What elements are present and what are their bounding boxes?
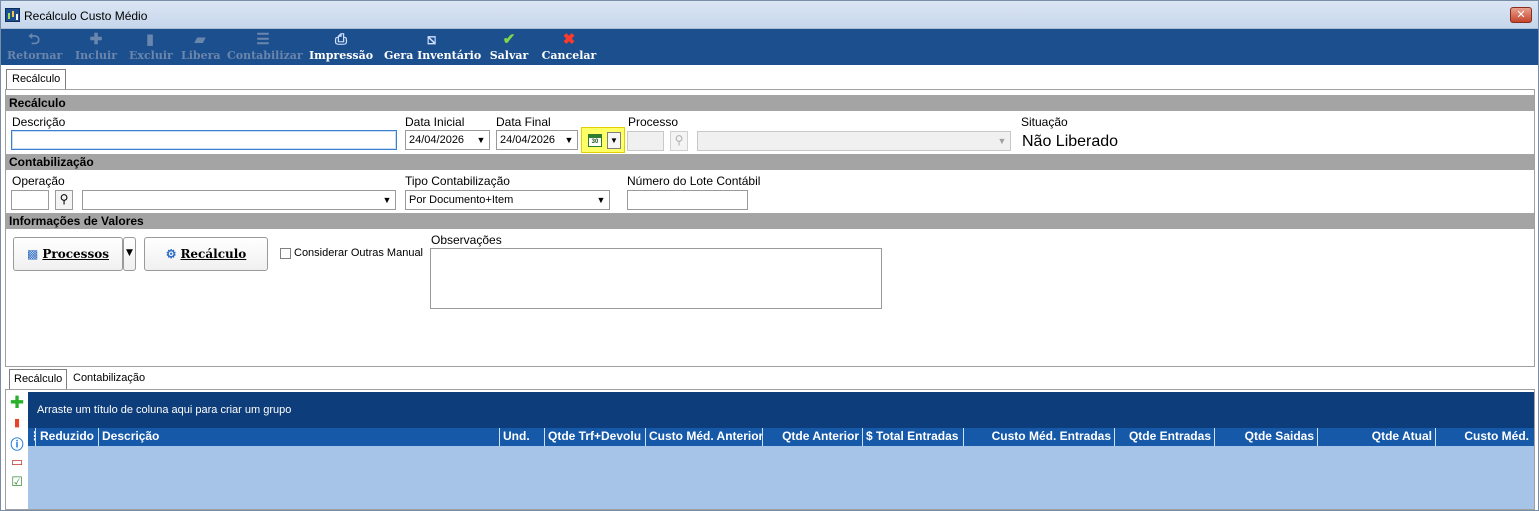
close-button[interactable]: ✕ [1510,7,1532,23]
situacao-value: Não Liberado [1022,133,1119,150]
considerar-outras-label: Considerar Outras Manual [294,247,424,259]
section-informacoes-valores: Informações de Valores [6,213,1534,229]
trash-icon: ▮ [145,30,155,48]
check-document-icon[interactable]: ☑ [9,474,25,490]
column-header[interactable]: Custo Méd. Anterior [646,428,763,446]
tab-recalculo-grid[interactable]: Recálculo [9,369,68,389]
column-header[interactable]: Descrição [99,428,500,446]
data-final-label: Data Final [496,115,551,129]
considerar-outras-checkbox[interactable] [280,248,291,259]
data-grid: ✚ ▮ ⓘ ▭ ☑ Arraste um título de coluna aq… [5,389,1535,510]
processos-dropdown-button[interactable]: ▼ [123,237,136,271]
operacao-code-input[interactable] [11,190,49,210]
window-title: Recálculo Custo Médio [24,9,148,23]
descricao-input[interactable] [11,130,397,150]
app-chart-icon [5,8,20,22]
data-inicial-value: 24/04/2026 [409,134,465,146]
tipo-contabilizacao-label: Tipo Contabilização [405,174,510,188]
undo-arrow-icon: ⮌ [27,30,40,48]
lote-contabil-label: Número do Lote Contábil [627,174,761,188]
chevron-down-icon[interactable]: ▼ [379,191,395,209]
grid-body[interactable] [28,446,1534,509]
incluir-button[interactable]: ✚ Incluir [75,29,117,65]
operacao-label: Operação [12,174,65,188]
data-final-value: 24/04/2026 [500,134,556,146]
column-header[interactable]: $ Total Entradas [863,428,964,446]
calendar-icon: 30 [588,134,602,147]
column-header[interactable]: Reduzido [37,428,99,446]
chevron-down-icon[interactable]: ▼ [473,131,489,149]
column-header[interactable]: Qtde Atual [1318,428,1436,446]
data-inicial-label: Data Inicial [405,115,465,129]
excluir-button[interactable]: ▮ Excluir [129,29,173,65]
libera-button[interactable]: ▰ Libera [181,29,221,65]
contabilizar-button[interactable]: ☰ Contabilizar [227,29,303,65]
grid-side-toolbar: ✚ ▮ ⓘ ▭ ☑ [6,390,28,509]
search-icon[interactable]: ⚲ [670,131,688,151]
process-icon: ▩ [27,247,39,261]
processo-select[interactable]: ▼ [697,131,1011,151]
column-header[interactable]: Custo Méd. [1436,428,1532,446]
delete-row-icon[interactable]: ▮ [9,416,25,429]
document-icon: ▰ [194,30,206,48]
edit-document-icon: ⧅ [426,30,437,48]
data-final-picker[interactable]: 24/04/2026 ▼ [496,130,578,150]
impressao-button[interactable]: ⎙ Impressão [308,29,374,65]
grid-header-row: ⋮ Reduzido Descrição Und. Qtde Trf+Devol… [28,428,1534,446]
check-icon: ✔ [502,30,516,48]
form-panel: Recálculo Descrição Data Inicial 24/04/2… [5,89,1535,367]
book-icon[interactable]: ▭ [9,454,25,470]
observacoes-textarea[interactable] [430,248,882,309]
column-selector-icon[interactable]: ⋮ [28,428,36,446]
cancelar-button[interactable]: ✖ Cancelar [541,29,597,65]
toolbar: ⮌ Retornar ✚ Incluir ▮ Excluir ▰ Libera … [1,29,1538,65]
window: Recálculo Custo Médio ✕ ⮌ Retornar ✚ Inc… [0,0,1539,511]
section-contabilizacao: Contabilização [6,154,1534,170]
section-recalculo: Recálculo [6,95,1534,111]
descricao-label: Descrição [12,115,66,129]
processos-button[interactable]: ▩ Processos [13,237,123,271]
column-header[interactable]: Und. [500,428,545,446]
chevron-down-icon[interactable]: ▼ [561,131,577,149]
chevron-down-icon[interactable]: ▼ [593,191,609,209]
gear-icon: ⚙ [165,247,177,261]
column-header[interactable]: Qtde Trf+Devolu [545,428,646,446]
printer-icon: ⎙ [334,30,347,48]
plus-icon: ✚ [89,30,103,48]
observacoes-label: Observações [431,233,502,247]
processo-label: Processo [628,115,679,129]
tipo-contabilizacao-select[interactable]: Por Documento+Item ▼ [405,190,610,210]
column-header[interactable]: Qtde Entradas [1115,428,1215,446]
title-bar: Recálculo Custo Médio ✕ [1,1,1538,29]
column-header[interactable]: Qtde Saidas [1215,428,1318,446]
lote-contabil-input[interactable] [627,190,748,210]
recalculo-button[interactable]: ⚙ Recálculo [144,237,268,271]
operacao-select[interactable]: ▼ [82,190,396,210]
column-header[interactable]: Custo Méd. Entradas [964,428,1115,446]
tab-recalculo[interactable]: Recálculo [6,69,67,89]
processo-code-input[interactable] [627,131,664,151]
x-icon: ✖ [562,30,576,48]
chevron-down-icon[interactable]: ▼ [607,132,621,149]
chevron-down-icon[interactable]: ▼ [994,132,1010,150]
salvar-button[interactable]: ✔ Salvar [488,29,530,65]
info-icon[interactable]: ⓘ [9,434,25,453]
group-by-panel[interactable]: Arraste um título de coluna aqui para cr… [28,392,1534,428]
data-inicial-picker[interactable]: 24/04/2026 ▼ [405,130,490,150]
chevron-down-icon: ▼ [126,248,133,258]
calendar-period-button[interactable]: 30 ▼ [581,127,625,153]
search-icon[interactable]: ⚲ [55,190,73,210]
situacao-label: Situação [1021,115,1068,129]
retornar-button[interactable]: ⮌ Retornar [7,29,62,65]
column-header[interactable]: Qtde Anterior [763,428,863,446]
add-row-icon[interactable]: ✚ [9,393,25,413]
gera-inventario-button[interactable]: ⧅ Gera Inventário [384,29,481,65]
tab-contabilizacao-grid[interactable]: Contabilização [69,369,149,389]
list-icon: ☰ [256,30,270,48]
